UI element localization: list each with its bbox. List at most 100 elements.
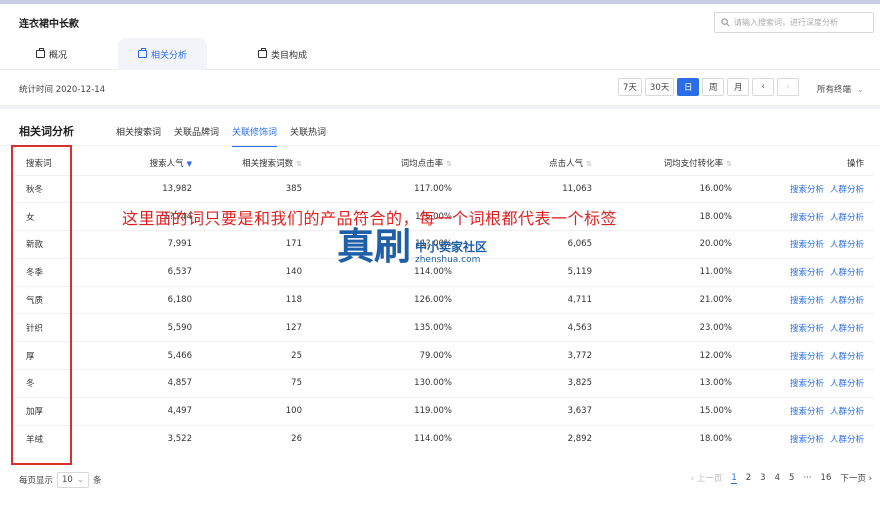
search-analysis-link[interactable]: 搜索分析 [790,268,824,278]
tab-label: 概况 [49,50,68,61]
search-analysis-link[interactable]: 搜索分析 [790,296,824,306]
cell-keyword: 冬季 [14,257,76,287]
period-week-button[interactable]: 周 [702,78,725,96]
pagination: ‹ 上一页 1 2 3 4 5 ··· 16 下一页 › [691,472,872,485]
page-16[interactable]: 16 [821,473,832,483]
search-analysis-link[interactable]: 搜索分析 [790,407,824,417]
cell-click-popularity: 11,063 [466,174,606,203]
cell-conversion-rate: 15.00% [606,396,746,426]
crowd-analysis-link[interactable]: 人群分析 [830,240,864,250]
terminal-select[interactable]: 所有终端 ⌄ [817,83,864,95]
subtab-related-search[interactable]: 相关搜索词 [116,125,161,147]
search-analysis-link[interactable]: 搜索分析 [790,435,824,445]
cell-click-rate: 117.00% [316,174,466,203]
prev-page-button[interactable]: ‹ 上一页 [691,472,723,484]
table-row: 秋冬 13,982 385 117.00% 11,063 16.00% 搜索分析 人群分析 [14,174,874,203]
sort-icon: ⇅ [296,159,302,168]
sort-icon: ⇅ [446,159,452,168]
cell-keyword: 针织 [14,313,76,342]
cell-click-rate: 79.00% [316,341,466,370]
page-ellipsis[interactable]: ··· [803,473,811,483]
cell-search-popularity: 3,522 [76,424,206,453]
subtab-brand-words[interactable]: 关联品牌词 [174,125,219,147]
cell-keyword: 厚 [14,341,76,370]
cell-conversion-rate: 23.00% [606,313,746,342]
cell-related-count: 25 [206,341,316,370]
cell-actions: 搜索分析 人群分析 [746,257,874,287]
table-row: 厚 5,466 25 79.00% 3,772 12.00% 搜索分析 人群分析 [14,341,874,370]
crowd-analysis-link[interactable]: 人群分析 [830,296,864,306]
page-size-value: 10 [62,475,73,485]
sort-icon: ⇅ [726,159,732,168]
tab-category-composition[interactable]: 类目构成 [258,38,307,70]
period-30d-button[interactable]: 30天 [644,78,675,96]
cell-conversion-rate: 18.00% [606,424,746,453]
search-analysis-link[interactable]: 搜索分析 [790,185,824,195]
page-title: 连衣裙中长款 [19,19,79,30]
cell-conversion-rate: 16.00% [606,174,746,203]
crowd-analysis-link[interactable]: 人群分析 [830,379,864,389]
cell-related-count: 140 [206,257,316,287]
subtab-modifier-words[interactable]: 关联修饰词 [232,125,278,147]
search-icon [721,18,730,27]
search-input[interactable]: 请输入搜索词，进行深度分析 [714,12,874,33]
col-click-rate[interactable]: 词均点击率 ⇅ [316,151,466,175]
period-day-button[interactable]: 日 [677,78,700,96]
search-analysis-link[interactable]: 搜索分析 [790,352,824,362]
cell-keyword: 羊绒 [14,424,76,453]
crowd-analysis-link[interactable]: 人群分析 [830,213,864,223]
cell-conversion-rate: 11.00% [606,257,746,287]
crowd-analysis-link[interactable]: 人群分析 [830,268,864,278]
col-click-popularity[interactable]: 点击人气 ⇅ [466,151,606,175]
page-4[interactable]: 4 [775,473,780,483]
sub-tabs: 相关搜索词 关联品牌词 关联修饰词 关联热词 [116,125,326,147]
cell-search-popularity: 5,590 [76,313,206,342]
cell-actions: 搜索分析 人群分析 [746,424,874,453]
cell-related-count: 118 [206,285,316,314]
cell-search-popularity: 7,991 [76,230,206,259]
cell-actions: 搜索分析 人群分析 [746,396,874,426]
col-conversion-rate[interactable]: 词均支付转化率 ⇅ [606,151,746,175]
page-size-select[interactable]: 10 ⌄ [57,472,89,488]
tab-label: 相关分析 [151,50,188,61]
watermark-logo: 真刷 [337,224,411,268]
crowd-analysis-link[interactable]: 人群分析 [830,435,864,445]
page-5[interactable]: 5 [789,473,794,483]
search-analysis-link[interactable]: 搜索分析 [790,324,824,334]
data-table: 搜索词 搜索人气 ▼ 相关搜索词数 ⇅ 词均点击率 ⇅ 点击人气 ⇅ 词均支付转化率 ⇅ … [14,151,874,453]
page-size-unit: 条 [92,476,102,486]
col-keyword: 搜索词 [26,158,52,169]
next-page-button[interactable]: 下一页 › [840,472,872,484]
prev-date-button[interactable]: ‹ [752,78,775,96]
search-analysis-link[interactable]: 搜索分析 [790,379,824,389]
sort-icon: ▼ [186,159,192,168]
crowd-analysis-link[interactable]: 人群分析 [830,352,864,362]
cell-click-popularity: 4,563 [466,313,606,342]
subtab-hot-words[interactable]: 关联热词 [290,125,326,147]
period-7d-button[interactable]: 7天 [618,78,642,96]
table-row: 羊绒 3,522 26 114.00% 2,892 18.00% 搜索分析 人群分析 [14,424,874,453]
next-date-button[interactable]: › [777,78,800,96]
cell-click-rate: 130.00% [316,369,466,398]
table-row: 针织 5,590 127 135.00% 4,563 23.00% 搜索分析 人群分析 [14,313,874,342]
search-analysis-link[interactable]: 搜索分析 [790,213,824,223]
tab-related-analysis[interactable]: 相关分析 [118,38,208,70]
tab-label: 类目构成 [271,50,308,61]
cell-keyword: 女 [14,202,76,231]
page-3[interactable]: 3 [760,473,765,483]
col-search-popularity[interactable]: 搜索人气 ▼ [76,151,206,175]
cell-related-count: 75 [206,369,316,398]
cell-keyword: 冬 [14,369,76,398]
crowd-analysis-link[interactable]: 人群分析 [830,185,864,195]
crowd-analysis-link[interactable]: 人群分析 [830,407,864,417]
period-month-button[interactable]: 月 [727,78,750,96]
page-2[interactable]: 2 [746,473,751,483]
tab-overview[interactable]: 概况 [36,38,67,70]
cell-click-rate: 119.00% [316,396,466,426]
crowd-analysis-link[interactable]: 人群分析 [830,324,864,334]
cell-keyword: 秋冬 [14,174,76,203]
search-analysis-link[interactable]: 搜索分析 [790,240,824,250]
bag-icon [36,48,45,58]
page-1[interactable]: 1 [731,473,737,484]
col-related-count[interactable]: 相关搜索词数 ⇅ [206,151,316,175]
